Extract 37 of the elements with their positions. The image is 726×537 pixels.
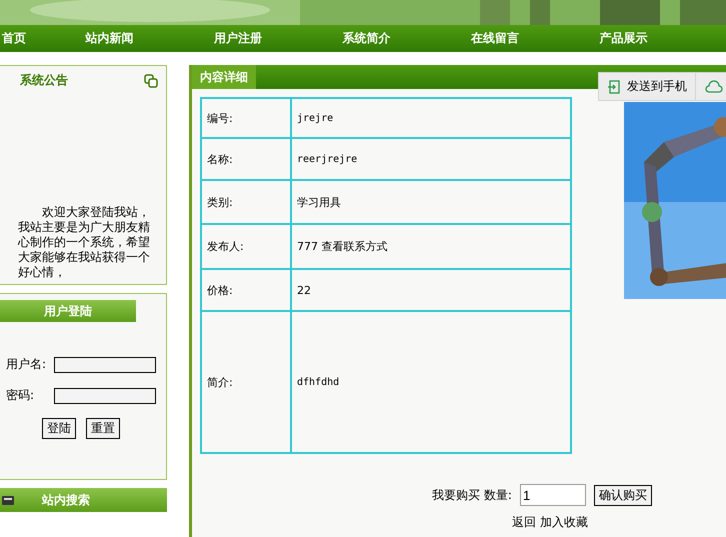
table-cell: 777 查看联系方式	[291, 224, 571, 269]
windows-icon	[144, 74, 158, 88]
nav-link[interactable]: 产品展示	[598, 30, 726, 47]
nav-link[interactable]: 在线留言	[469, 30, 598, 47]
nav-link[interactable]: 用户注册	[212, 30, 341, 47]
panel-title: 系统公告	[20, 72, 68, 89]
input-field[interactable]	[54, 388, 156, 404]
panel-title: 内容详细	[192, 65, 256, 89]
nav-link[interactable]: 首页	[0, 30, 84, 47]
notice-text: 欢迎大家登陆我站，我站主要是为广大朋友精心制作的一个系统，希望大家能够在我站获得一个好心情，	[18, 205, 151, 280]
text-link[interactable]: 返回	[512, 514, 536, 531]
card-icon	[2, 496, 14, 504]
search-header: 站内搜索	[0, 488, 167, 512]
field-label: 密码:	[6, 387, 36, 404]
table-cell: 发布人:	[201, 224, 291, 269]
quantity-label: 我要购买 数量:	[432, 486, 512, 504]
quantity-field[interactable]: 1	[520, 484, 586, 506]
field-label: 用户名:	[6, 356, 48, 373]
form-button[interactable]: 重置	[86, 418, 120, 439]
table-cell: 价格:	[201, 269, 291, 311]
table-cell: 简介:	[201, 311, 291, 453]
table-cell: 类别:	[201, 180, 291, 224]
nav-link[interactable]: 站内新闻	[84, 30, 212, 47]
form-button[interactable]: 登陆	[42, 418, 76, 439]
table-cell: 名称:	[201, 138, 291, 180]
table-cell: 学习用具	[291, 180, 571, 224]
nav-link[interactable]: 系统简介	[340, 30, 470, 47]
table-cell: reerjrejre	[291, 138, 571, 180]
panel-title: 用户登陆	[0, 300, 136, 322]
text-link[interactable]: 加入收藏	[540, 514, 588, 531]
table-cell: 22	[291, 269, 571, 311]
confirm-button[interactable]: 确认购买	[594, 484, 652, 506]
cloud-icon	[704, 80, 724, 94]
input-field[interactable]	[54, 356, 156, 372]
table-cell: jrejre	[291, 98, 571, 138]
table-cell: dfhfdhd	[291, 311, 571, 453]
table-cell: 编号:	[201, 98, 291, 138]
